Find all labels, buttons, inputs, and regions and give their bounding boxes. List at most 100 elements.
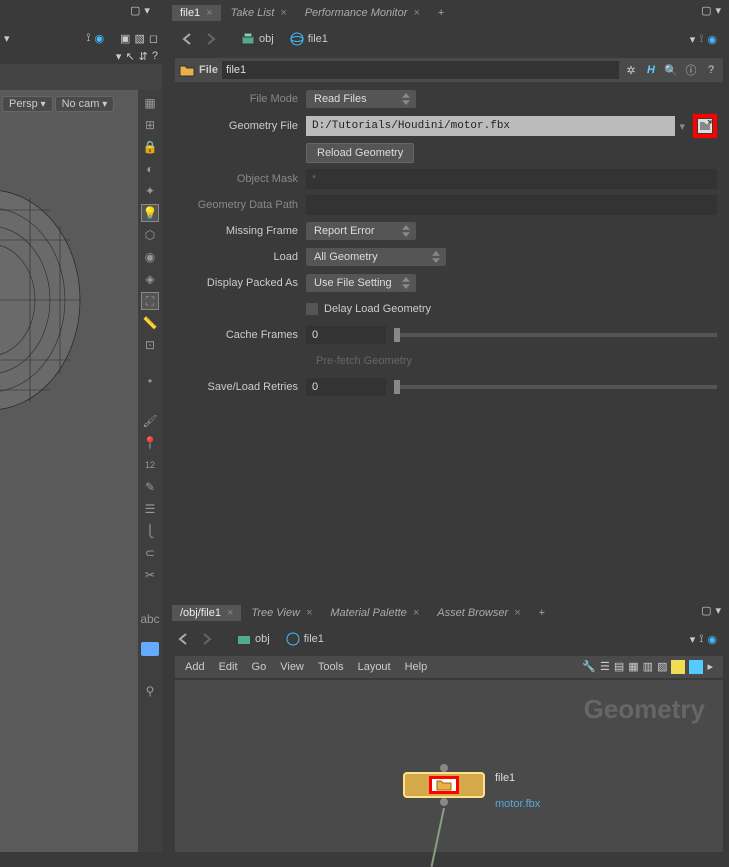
display-packed-combo[interactable]: Use File Setting	[306, 274, 416, 292]
pane-menu-icon[interactable]: ▾	[715, 4, 721, 17]
pane-max-icon[interactable]: ▢	[701, 4, 711, 17]
play-icon[interactable]: ▸	[707, 660, 713, 674]
node-output-dot[interactable]	[440, 798, 448, 806]
tab-take-list[interactable]: Take List×	[223, 5, 295, 21]
node-name-input[interactable]	[222, 61, 619, 79]
file-node[interactable]	[403, 772, 485, 798]
geometry-file-browse-button[interactable]	[693, 114, 717, 138]
file-mode-combo[interactable]: Read Files	[306, 90, 416, 108]
tab-file1[interactable]: file1×	[172, 5, 221, 21]
netbox-icon[interactable]	[689, 660, 703, 674]
forward-button[interactable]	[197, 630, 215, 648]
target-icon[interactable]: ◉	[94, 32, 104, 45]
vp-help-icon[interactable]: ?	[152, 50, 158, 62]
persp-chip[interactable]: Persp ▾	[2, 96, 53, 112]
ruler-icon[interactable]: 📏	[141, 314, 159, 332]
normal-icon[interactable]: ◈	[141, 270, 159, 288]
sticky-icon[interactable]	[671, 660, 685, 674]
menu-view[interactable]: View	[280, 661, 304, 673]
camera-zone-icon[interactable]: ⛶	[141, 292, 159, 310]
menu-tools[interactable]: Tools	[318, 661, 344, 673]
nocam-chip[interactable]: No cam ▾	[55, 96, 115, 112]
tab-asset-browser[interactable]: Asset Browser×	[429, 605, 528, 621]
node-wire[interactable]	[431, 808, 445, 867]
tab-network-path[interactable]: /obj/file1×	[172, 605, 241, 621]
geometry-file-input[interactable]	[306, 116, 675, 136]
viewport-canvas[interactable]: Persp ▾ No cam ▾	[0, 90, 138, 852]
tab-material-palette[interactable]: Material Palette×	[322, 605, 427, 621]
search-icon[interactable]: 🔍	[663, 62, 679, 78]
save-load-retries-input[interactable]	[306, 378, 386, 396]
vp-dropdown-icon[interactable]: ▾	[116, 50, 122, 63]
close-icon[interactable]: ×	[413, 7, 419, 19]
node-input-dot[interactable]	[440, 764, 448, 772]
scissors-icon[interactable]: ✂	[141, 566, 159, 584]
palette-icon[interactable]: ▧	[657, 660, 667, 674]
vp-menu-icon[interactable]: ▾	[4, 32, 10, 45]
lock-icon[interactable]: 🔒	[141, 138, 159, 156]
tab-performance-monitor[interactable]: Performance Monitor×	[297, 5, 428, 21]
wire-icon[interactable]: ⊞	[141, 116, 159, 134]
magnet-icon[interactable]: ⊂	[141, 544, 159, 562]
gear-icon[interactable]: ✲	[623, 62, 639, 78]
geometry-file-dropdown-icon[interactable]: ▾	[675, 120, 689, 133]
close-icon[interactable]: ×	[206, 7, 212, 19]
close-icon[interactable]: ×	[306, 607, 312, 619]
dot-icon[interactable]: •	[141, 372, 159, 390]
tab-add[interactable]: +	[430, 5, 452, 21]
select-arrow-icon[interactable]: ↖	[125, 50, 134, 63]
object-mask-input[interactable]	[306, 169, 717, 189]
path-segment-obj[interactable]: obj	[235, 30, 280, 48]
display-opts-icon[interactable]: ⊡	[141, 336, 159, 354]
path-segment-obj[interactable]: obj	[231, 630, 276, 648]
menu-edit[interactable]: Edit	[219, 661, 238, 673]
back-button[interactable]	[179, 30, 197, 48]
tab-add-network[interactable]: +	[531, 605, 553, 621]
list-icon[interactable]: ☰	[600, 660, 610, 674]
menu-go[interactable]: Go	[252, 661, 267, 673]
houdini-icon[interactable]: H	[643, 62, 659, 78]
link-icon[interactable]: ◉	[707, 633, 717, 646]
path-segment-file1[interactable]: file1	[284, 30, 334, 48]
close-icon[interactable]: ×	[413, 607, 419, 619]
pin2-icon[interactable]: 📍	[141, 434, 159, 452]
marker-icon[interactable]: ✦	[141, 182, 159, 200]
path-dropdown-icon[interactable]: ▾	[690, 33, 696, 46]
pin-icon[interactable]: ⟟	[699, 33, 703, 46]
save-load-retries-slider[interactable]	[394, 385, 717, 389]
pane-menu-icon[interactable]: ▾	[144, 4, 150, 17]
env-icon[interactable]: ◉	[141, 248, 159, 266]
back-button[interactable]	[175, 630, 193, 648]
curve-icon[interactable]: ⎩	[141, 522, 159, 540]
image-icon[interactable]	[141, 642, 159, 656]
shading-icon[interactable]: ▦	[141, 94, 159, 112]
link-icon[interactable]: ◉	[707, 33, 717, 46]
node-descriptive-label[interactable]: motor.fbx	[495, 798, 540, 810]
cache-frames-slider[interactable]	[394, 333, 717, 337]
close-icon[interactable]: ×	[514, 607, 520, 619]
missing-frame-combo[interactable]: Report Error	[306, 222, 416, 240]
box2-icon[interactable]: ▧	[134, 32, 144, 45]
delay-load-checkbox[interactable]	[306, 303, 318, 315]
tree-icon[interactable]: ⇵	[139, 50, 148, 63]
menu-layout[interactable]: Layout	[358, 661, 391, 673]
layers-icon[interactable]: ☰	[141, 500, 159, 518]
load-combo[interactable]: All Geometry	[306, 248, 446, 266]
wrench-icon[interactable]: 🔧	[582, 660, 596, 674]
num12-icon[interactable]: 12	[141, 456, 159, 474]
pin-icon[interactable]: ⟟	[699, 633, 703, 646]
object-icon[interactable]: ⬡	[141, 226, 159, 244]
node-label[interactable]: file1	[495, 772, 515, 784]
grid-colors-icon[interactable]: ▦	[628, 660, 638, 674]
pane-max-icon[interactable]: ▢	[130, 4, 140, 17]
info-icon[interactable]: ⓘ	[683, 62, 699, 78]
network-canvas[interactable]: Geometry file1 motor.fbx	[175, 680, 723, 852]
cache-frames-input[interactable]	[306, 326, 386, 344]
box-icon[interactable]: ▣	[120, 32, 130, 45]
ghost-icon[interactable]: ◐	[141, 160, 159, 178]
cards-icon[interactable]: ▥	[643, 660, 653, 674]
brush-icon[interactable]: 🖌	[141, 412, 159, 430]
reload-geometry-button[interactable]: Reload Geometry	[306, 143, 414, 163]
pane-max-icon[interactable]: ▢	[701, 604, 711, 617]
tab-tree-view[interactable]: Tree View×	[243, 605, 320, 621]
